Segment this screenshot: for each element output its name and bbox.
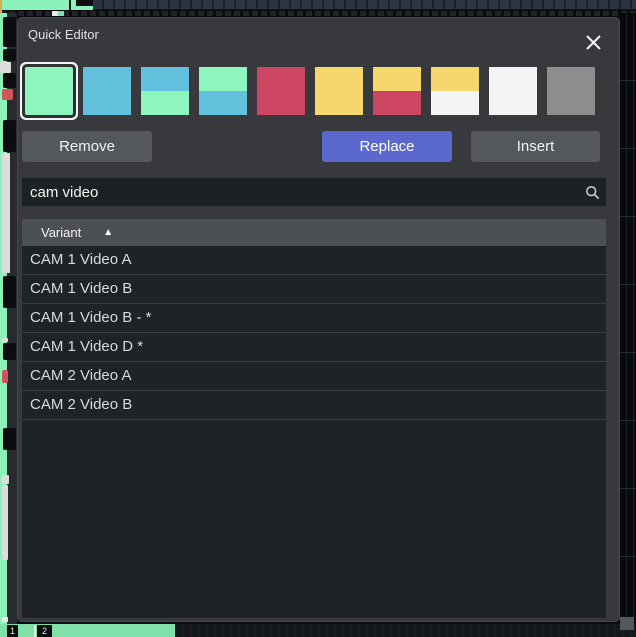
clip-block bbox=[3, 276, 16, 308]
top-clip-label-box bbox=[76, 0, 93, 6]
clip-block bbox=[3, 73, 16, 88]
variant-row[interactable]: CAM 1 Video A bbox=[22, 246, 606, 275]
variant-row[interactable]: CAM 1 Video B bbox=[22, 275, 606, 304]
close-button[interactable] bbox=[582, 31, 604, 53]
color-swatch-red[interactable] bbox=[257, 67, 305, 115]
bottom-marker-2: 2 bbox=[37, 625, 52, 637]
white-clip-bar bbox=[2, 485, 8, 560]
timeline-tick-pattern bbox=[0, 11, 636, 16]
bottom-marker-divider bbox=[34, 625, 36, 637]
insert-button[interactable]: Insert bbox=[471, 131, 600, 162]
variant-column-header[interactable]: Variant ▲ bbox=[22, 219, 606, 246]
timeline-right-edge bbox=[620, 13, 636, 624]
top-clip-divider bbox=[69, 0, 71, 10]
clip-block bbox=[3, 343, 16, 360]
color-swatch-yellow[interactable] bbox=[315, 67, 363, 115]
color-swatch-blue[interactable] bbox=[83, 67, 131, 115]
search-input[interactable] bbox=[22, 178, 578, 206]
variant-header-label: Variant bbox=[22, 225, 81, 240]
variant-row[interactable]: CAM 2 Video B bbox=[22, 391, 606, 420]
variant-row[interactable]: CAM 1 Video D * bbox=[22, 333, 606, 362]
clip-handle bbox=[2, 475, 9, 484]
color-swatch-green-blue[interactable] bbox=[199, 67, 247, 115]
color-swatch-white[interactable] bbox=[489, 67, 537, 115]
remove-button[interactable]: Remove bbox=[22, 131, 152, 162]
color-swatch-yellow-white[interactable] bbox=[431, 67, 479, 115]
variant-row[interactable]: CAM 2 Video A bbox=[22, 362, 606, 391]
replace-button[interactable]: Replace bbox=[322, 131, 452, 162]
clip-handle bbox=[0, 62, 11, 73]
bottom-green-clip bbox=[0, 624, 175, 637]
clip-block bbox=[3, 120, 16, 152]
clip-block bbox=[3, 49, 16, 61]
record-clip bbox=[2, 370, 8, 383]
clip-block bbox=[3, 17, 16, 47]
record-clip bbox=[2, 89, 13, 100]
white-clip-bar bbox=[2, 153, 10, 273]
color-swatch-yellow-red[interactable] bbox=[373, 67, 421, 115]
bottom-track-lane: 1 2 bbox=[0, 624, 636, 637]
bottom-left-handle bbox=[2, 617, 8, 622]
search-box bbox=[22, 178, 606, 206]
color-swatch-gray[interactable] bbox=[547, 67, 595, 115]
timeline-ruler bbox=[93, 0, 636, 10]
swatch-row bbox=[25, 67, 595, 115]
track-list-edge bbox=[0, 13, 17, 624]
scrollbar-corner bbox=[620, 617, 634, 630]
clip-handle bbox=[2, 338, 8, 342]
variant-list: CAM 1 Video ACAM 1 Video BCAM 1 Video B … bbox=[22, 246, 606, 618]
bottom-tick-pattern bbox=[175, 624, 636, 637]
variant-row[interactable]: CAM 1 Video B - * bbox=[22, 304, 606, 333]
timeline-tick-band bbox=[0, 10, 636, 17]
scroll-handle-green bbox=[58, 11, 64, 16]
color-swatch-green[interactable] bbox=[25, 67, 73, 115]
sort-ascending-icon: ▲ bbox=[103, 227, 113, 238]
search-icon[interactable] bbox=[578, 185, 606, 200]
dialog-title: Quick Editor bbox=[28, 27, 99, 42]
color-swatch-blue-green[interactable] bbox=[141, 67, 189, 115]
clip-block bbox=[3, 428, 16, 450]
close-icon bbox=[584, 33, 603, 52]
quick-editor-dialog: Quick Editor Remove Replace Insert Varia… bbox=[17, 17, 620, 622]
bottom-marker-1: 1 bbox=[7, 625, 18, 637]
